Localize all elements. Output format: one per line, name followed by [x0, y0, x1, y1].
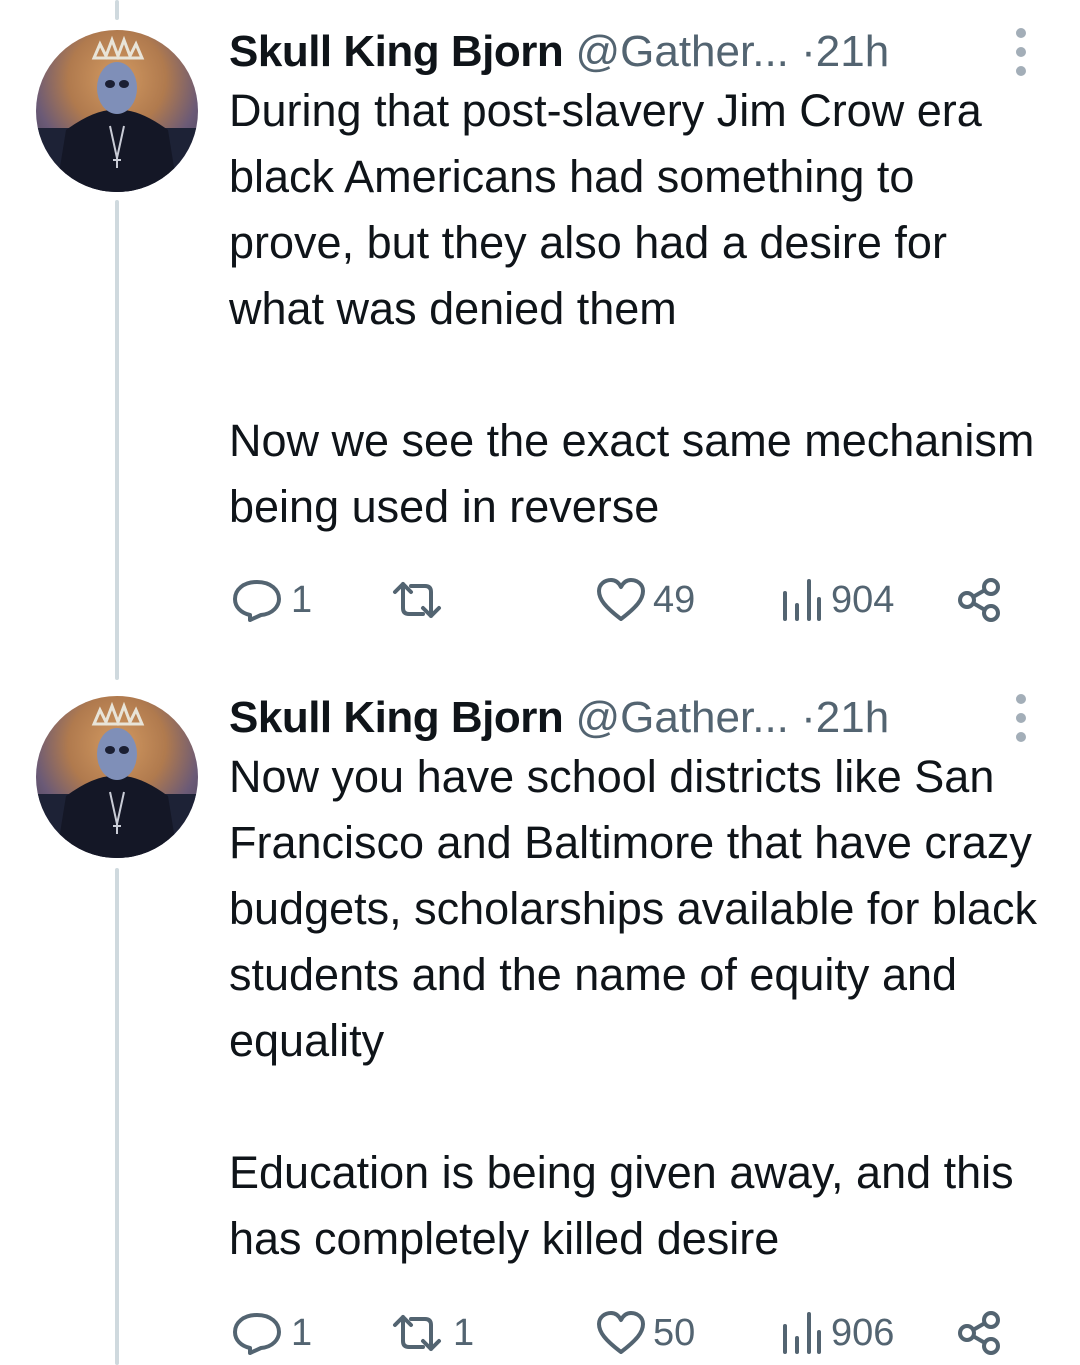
reply-button[interactable]: 1: [229, 570, 312, 630]
tweet[interactable]: Skull King Bjorn @Gather... ·21h During …: [0, 22, 1080, 662]
separator-dot: ·: [801, 693, 816, 742]
heart-icon: [597, 578, 645, 621]
avatar[interactable]: [36, 30, 198, 192]
thread-line: [115, 0, 119, 20]
views-count: 904: [831, 578, 895, 621]
tweet[interactable]: Skull King Bjorn @Gather... ·21h Now you…: [0, 688, 1080, 1365]
views-button[interactable]: 906: [777, 1303, 894, 1363]
timestamp[interactable]: 21h: [816, 693, 889, 742]
like-button[interactable]: 49: [595, 570, 695, 630]
share-icon: [958, 1311, 1000, 1355]
action-bar: 1 1 50 906: [229, 1303, 1029, 1363]
retweet-button[interactable]: [387, 570, 453, 630]
action-bar: 1 49 904: [229, 570, 1029, 630]
retweet-icon: [393, 582, 441, 618]
views-count: 906: [831, 1311, 895, 1354]
share-button[interactable]: [957, 570, 1003, 630]
tweet-header: Skull King Bjorn @Gather... ·21h: [229, 688, 1040, 748]
share-icon: [958, 578, 1000, 622]
author-handle[interactable]: @Gather...: [575, 27, 788, 76]
reply-count: 1: [291, 1311, 313, 1354]
avatar-image: [36, 701, 198, 858]
like-count: 50: [653, 1311, 696, 1354]
views-icon: [783, 579, 821, 621]
avatar-image: [36, 35, 198, 192]
reply-icon: [233, 580, 281, 622]
timestamp[interactable]: 21h: [816, 27, 889, 76]
tweet-text: During that post-slavery Jim Crow era bl…: [229, 85, 1035, 532]
views-button[interactable]: 904: [777, 570, 894, 630]
avatar[interactable]: [36, 696, 198, 858]
retweet-count: 1: [453, 1311, 475, 1354]
share-button[interactable]: [957, 1303, 1003, 1363]
reply-count: 1: [291, 578, 313, 621]
tweet-header: Skull King Bjorn @Gather... ·21h: [229, 22, 1040, 82]
separator-dot: ·: [801, 27, 816, 76]
author-name[interactable]: Skull King Bjorn: [229, 693, 564, 742]
retweet-icon: [393, 1315, 441, 1351]
reply-icon: [233, 1313, 281, 1355]
like-count: 49: [653, 578, 696, 621]
views-icon: [783, 1312, 821, 1354]
author-name[interactable]: Skull King Bjorn: [229, 27, 564, 76]
heart-icon: [597, 1311, 645, 1354]
author-handle[interactable]: @Gather...: [575, 693, 788, 742]
tweet-text: Now you have school districts like San F…: [229, 751, 1037, 1264]
reply-button[interactable]: 1: [229, 1303, 312, 1363]
like-button[interactable]: 50: [595, 1303, 695, 1363]
retweet-button[interactable]: 1: [387, 1303, 474, 1363]
more-vertical-icon[interactable]: [1010, 694, 1032, 742]
more-vertical-icon[interactable]: [1010, 28, 1032, 76]
